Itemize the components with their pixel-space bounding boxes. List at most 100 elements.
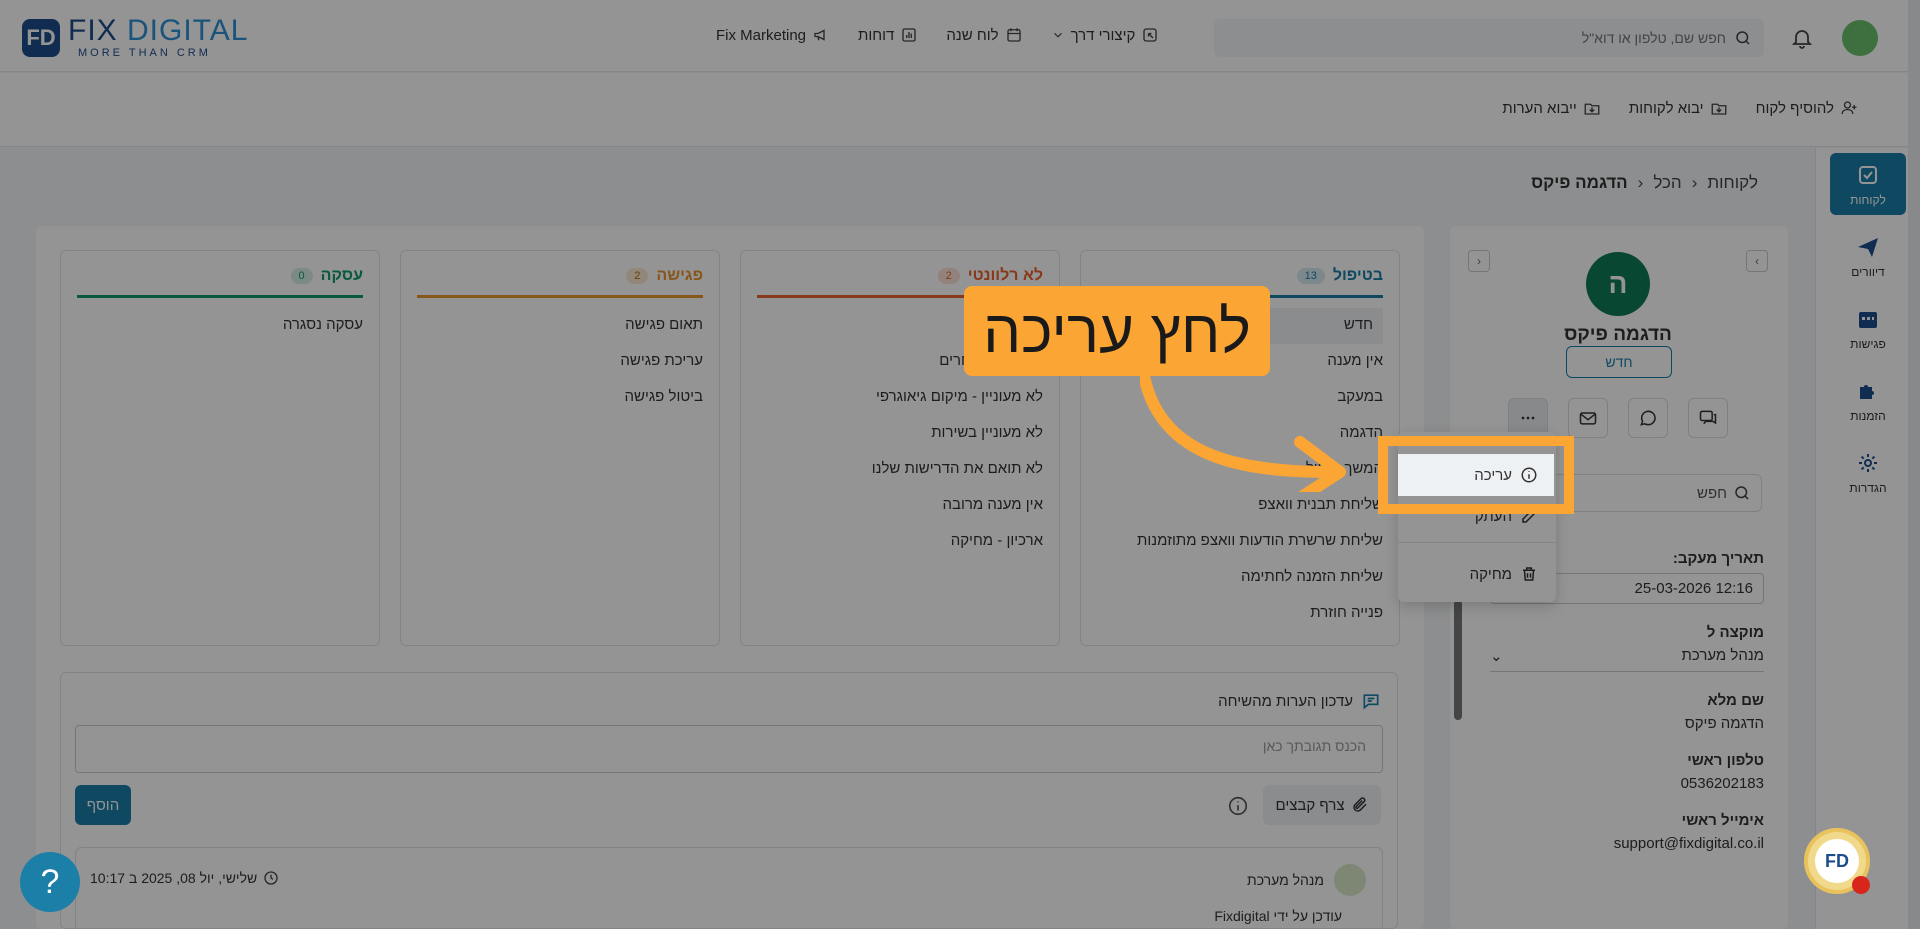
column-title: עסקה: [320, 267, 363, 284]
sidebar-item-label: הזמנות: [1850, 409, 1886, 423]
nav-marketing[interactable]: Fix Marketing: [716, 26, 830, 44]
search-icon: [1736, 31, 1750, 45]
import-customers-button[interactable]: יבוא לקוחות: [1629, 99, 1728, 117]
status-item[interactable]: לא תואם את הדרישות שלנו: [757, 452, 1043, 488]
page-scrollbar[interactable]: [1908, 0, 1920, 929]
nav-marketing-label: Fix Marketing: [716, 26, 807, 44]
toolbar-actions: להוסיף לקוח יבוא לקוחות ייבוא הערות: [1502, 99, 1858, 117]
more-icon: [1521, 416, 1535, 420]
status-item[interactable]: לא מעוניין - מיקום גיאוגרפי: [757, 380, 1043, 416]
sidebar-item-label: הגדרות: [1849, 481, 1887, 495]
nav-calendar-label: לוח שנה: [946, 26, 999, 44]
help-button[interactable]: ?: [20, 852, 80, 912]
sidebar-item-meetings[interactable]: פגישות: [1830, 297, 1906, 359]
breadcrumb-separator: ‹: [1691, 173, 1698, 192]
status-item[interactable]: שליחת תבנית וואצפ: [1097, 488, 1383, 524]
email-value[interactable]: support@fixdigital.co.il: [1490, 835, 1764, 852]
import-notes-button[interactable]: ייבוא הערות: [1502, 99, 1600, 117]
add-customer-button[interactable]: להוסיף לקוח: [1756, 99, 1858, 117]
top-bar: FD FIX DIGITAL MORE THAN CRM קיצורי דרך …: [0, 0, 1920, 72]
status-button[interactable]: חדש: [1566, 346, 1672, 378]
chevron-down-icon: [1053, 32, 1062, 38]
status-item[interactable]: תאום פגישה: [417, 308, 703, 344]
prev-contact-button[interactable]: ›: [1468, 250, 1490, 272]
nav-reports-label: דוחות: [858, 26, 895, 44]
status-item[interactable]: עסקה נסגרה: [77, 308, 363, 344]
nav-shortcuts-label: קיצורי דרך: [1070, 26, 1136, 44]
nav-calendar[interactable]: לוח שנה: [946, 26, 1022, 44]
menu-separator: [1398, 542, 1556, 543]
logo-tagline: MORE THAN CRM: [78, 47, 211, 59]
add-customer-label: להוסיף לקוח: [1755, 99, 1834, 117]
info-icon[interactable]: [1227, 795, 1249, 822]
notifications-button[interactable]: [1790, 26, 1814, 55]
status-item[interactable]: ארכיון - מחיקה: [757, 524, 1043, 560]
calendar-icon: [1006, 28, 1021, 42]
highlight-frame: [1378, 436, 1574, 514]
contact-scrollbar[interactable]: [1454, 600, 1462, 720]
next-contact-button[interactable]: ‹: [1746, 250, 1768, 272]
sidebar-item-mailings[interactable]: דיוורים: [1830, 225, 1906, 287]
status-item[interactable]: עריכת פגישה: [417, 344, 703, 380]
field-label: אימייל ראשי: [1681, 812, 1764, 829]
global-search[interactable]: [1214, 19, 1764, 57]
import-customers-label: יבוא לקוחות: [1628, 99, 1704, 117]
logo-name-b: DIGITAL: [127, 14, 249, 47]
nav-shortcuts[interactable]: קיצורי דרך: [1051, 26, 1160, 44]
notes-title: עדכון הערות מהשיחה: [1218, 691, 1381, 711]
trash-icon: [1523, 567, 1535, 581]
email-button[interactable]: [1568, 398, 1608, 438]
status-item[interactable]: ביטול פגישה: [417, 380, 703, 416]
assigned-field: מוקצה ל מנהל מערכת ⌄: [1490, 624, 1764, 672]
chat-button[interactable]: [1688, 398, 1728, 438]
status-item[interactable]: לא מעוניין בשירות: [757, 416, 1043, 452]
breadcrumb: לקוחות ‹ הכל ‹ הדגמה פיקס: [1531, 173, 1758, 193]
note-entry: מנהל מערכת שלישי, יול 08, 2025 ב 10:17 ע…: [75, 847, 1383, 929]
note-textarea[interactable]: הכנס תגובתך כאן: [75, 725, 1383, 773]
sidebar-item-settings[interactable]: הגדרות: [1830, 441, 1906, 503]
add-note-button[interactable]: הוסף: [75, 785, 131, 825]
column-header: עסקה 0: [77, 251, 363, 298]
sidebar-item-orders[interactable]: הזמנות: [1830, 369, 1906, 431]
column-count: 13: [1296, 268, 1325, 284]
phone-value[interactable]: 0536202183: [1490, 775, 1764, 792]
status-item[interactable]: אין מענה מרובה: [757, 488, 1043, 524]
attach-files-button[interactable]: צרף קבצים: [1263, 785, 1381, 825]
megaphone-icon: [814, 29, 825, 41]
status-item[interactable]: שליחת שרשרת הודעות וואצפ מתוזמנות: [1097, 524, 1383, 560]
status-item[interactable]: פנייה חוזרת: [1097, 596, 1383, 632]
note-time-label: שלישי, יול 08, 2025 ב 10:17: [90, 870, 258, 886]
top-nav: קיצורי דרך לוח שנה דוחות Fix Marketing: [716, 26, 1159, 44]
status-column: עסקה 0 עסקה נסגרה: [60, 250, 380, 646]
breadcrumb-separator: ‹: [1637, 173, 1644, 192]
nav-reports[interactable]: דוחות: [858, 26, 918, 44]
clock-icon: [264, 871, 278, 885]
user-avatar[interactable]: [1842, 20, 1878, 56]
status-item[interactable]: שליחת הזמנה לחתימה: [1097, 560, 1383, 596]
logo-mark: FD: [22, 18, 60, 57]
fullname-value[interactable]: הדגמה פיקס: [1490, 715, 1764, 732]
breadcrumb-current: הדגמה פיקס: [1531, 173, 1628, 192]
search-input[interactable]: [1246, 30, 1726, 46]
menu-item-delete[interactable]: מחיקה: [1398, 554, 1556, 594]
notes-section: עדכון הערות מהשיחה הכנס תגובתך כאן הוסף …: [60, 672, 1398, 929]
column-header: פגישה 2: [417, 251, 703, 298]
contact-name: הדגמה פיקס: [1564, 324, 1672, 345]
callout-arrow-icon: [1140, 372, 1346, 492]
assigned-value: מנהל מערכת: [1681, 647, 1764, 664]
whatsapp-button[interactable]: [1628, 398, 1668, 438]
email-field: אימייל ראשי support@fixdigital.co.il: [1490, 812, 1764, 852]
user-plus-icon: [1841, 101, 1857, 115]
field-label: טלפון ראשי: [1687, 752, 1764, 769]
sidebar-item-customers[interactable]: לקוחות: [1830, 153, 1906, 215]
menu-item-label: מחיקה: [1469, 565, 1512, 583]
breadcrumb-mid[interactable]: הכל: [1653, 173, 1681, 193]
notification-dot: [1852, 876, 1870, 894]
logo-name-a: FIX: [68, 14, 118, 47]
bell-icon: [1791, 30, 1813, 49]
column-count: 2: [937, 268, 960, 284]
assigned-select[interactable]: מנהל מערכת ⌄: [1490, 647, 1764, 672]
breadcrumb-root[interactable]: לקוחות: [1707, 173, 1758, 193]
assistant-bot-button[interactable]: FD: [1804, 828, 1870, 894]
logo[interactable]: FD FIX DIGITAL MORE THAN CRM: [22, 16, 248, 59]
